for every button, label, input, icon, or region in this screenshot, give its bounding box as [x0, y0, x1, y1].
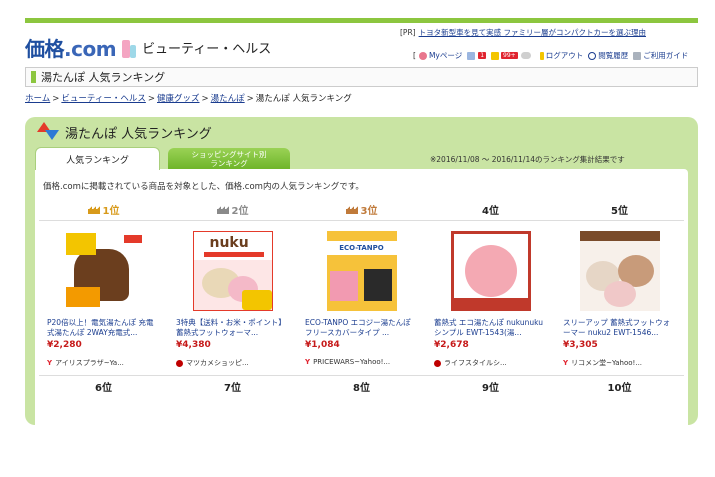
breadcrumb-yutanpo[interactable]: 湯たんぽ: [211, 94, 245, 104]
shop-name[interactable]: ライフスタイルシ...: [434, 358, 547, 368]
product-name-link[interactable]: スリーアップ 蓄熱式フットウォーマー nuku2 EWT-1546...: [563, 318, 676, 338]
product-card[interactable]: スリーアップ 蓄熱式フットウォーマー nuku2 EWT-1546... ¥3,…: [555, 221, 684, 375]
product-card[interactable]: nuku 3特典【送料・お米・ポイント】蓄熱式フットウォーマ... ¥4,380…: [168, 221, 297, 375]
shop-name[interactable]: マツカメショッピ...: [176, 358, 289, 368]
ranking-content: 価格.comに掲載されている商品を対象とした、価格.com内の人気ランキングです…: [35, 169, 688, 425]
site-logo-area[interactable]: 価格.com ビューティー・ヘルス: [25, 33, 271, 62]
pr-tag: [PR]: [400, 28, 416, 37]
top-accent-bar: [25, 18, 698, 23]
rank-8-label: 8位: [353, 383, 370, 394]
gold-crown-icon: [87, 205, 100, 214]
rank-4-label: 4位: [482, 206, 499, 217]
product-row: P20倍以上！電気湯たんぽ 充電式湯たんぽ 2WAY充電式... ¥2,280 …: [39, 221, 684, 375]
product-card[interactable]: ECO-TANPO ECO-TANPO エコジー湯たんぽ フリースカバータイプ …: [297, 221, 426, 375]
guide-book-icon: [633, 51, 642, 60]
panel-header: 湯たんぽ 人気ランキング: [37, 122, 212, 142]
product-price: ¥3,305: [563, 340, 598, 350]
chat-bubble-icon[interactable]: [520, 52, 531, 59]
breadcrumb-beauty-health[interactable]: ビューティー・ヘルス: [61, 94, 146, 104]
pr-ad-link[interactable]: トヨタ新型車を見て実感 ファミリー層がコンパクトカーを選ぶ理由: [419, 28, 646, 37]
notification-badge: 1: [478, 52, 487, 59]
product-price: ¥2,678: [434, 340, 469, 350]
product-image[interactable]: [579, 231, 660, 311]
tab-popular-ranking[interactable]: 人気ランキング: [35, 147, 160, 170]
yahoo-shopping-icon: Y: [47, 359, 53, 367]
product-price: ¥2,280: [47, 340, 82, 350]
rank-2-label: 2位: [168, 199, 297, 220]
rank-3-label: 3位: [297, 199, 426, 220]
rank-7-label: 7位: [224, 383, 241, 394]
yahoo-shopping-icon: Y: [305, 358, 311, 366]
ranking-panel: 湯たんぽ 人気ランキング 人気ランキング ショッピングサイト別 ランキング ※2…: [25, 117, 698, 425]
tab-shopping-site-ranking[interactable]: ショッピングサイト別 ランキング: [168, 148, 290, 169]
page-title: 湯たんぽ 人気ランキング: [41, 71, 166, 84]
product-image[interactable]: [63, 231, 144, 311]
product-price: ¥1,084: [305, 340, 340, 350]
product-image[interactable]: nuku: [192, 231, 273, 311]
title-marker: [31, 71, 36, 83]
user-face-icon: [418, 51, 427, 60]
rank-5-label: 5位: [611, 206, 628, 217]
breadcrumb: ホーム > ビューティー・ヘルス > 健康グッズ > 湯たんぽ > 湯たんぽ 人気ランキング: [25, 94, 352, 104]
product-image[interactable]: ECO-TANPO: [321, 231, 402, 311]
bronze-crown-icon: [345, 205, 358, 214]
site-logo[interactable]: 価格.com: [25, 33, 117, 62]
rank-6-label: 6位: [95, 383, 112, 394]
breadcrumb-home[interactable]: ホーム: [25, 94, 50, 104]
rank-1-label: 1位: [39, 199, 168, 220]
yahoo-shopping-icon: Y: [563, 359, 569, 367]
guide-link[interactable]: ご利用ガイド: [633, 50, 688, 61]
product-card[interactable]: 蓄熱式 エコ湯たんぽ nukunuku シンプル EWT-1543(湯... ¥…: [426, 221, 555, 375]
shop-name[interactable]: Y アイリスプラザ~Ya...: [47, 358, 160, 368]
product-name-link[interactable]: 蓄熱式 エコ湯たんぽ nukunuku シンプル EWT-1543(湯...: [434, 318, 547, 338]
key-icon: [539, 51, 544, 60]
rank-header-row: 1位 2位 3位 4位 5位: [39, 199, 684, 221]
product-name-link[interactable]: ECO-TANPO エコジー湯たんぽ フリースカバータイプ ...: [305, 318, 418, 338]
mail-icon: [491, 51, 500, 60]
user-nav: [ Myページ 1 99+ ログアウト 閲覧履歴 ご利用ガイド: [413, 50, 689, 61]
ranking-arrows-icon: [37, 122, 59, 142]
ranking-description: 価格.comに掲載されている商品を対象とした、価格.com内の人気ランキングです…: [43, 182, 364, 192]
page-title-bar: 湯たんぽ 人気ランキング: [25, 67, 698, 87]
history-link[interactable]: 閲覧履歴: [588, 50, 628, 61]
category-title[interactable]: ビューティー・ヘルス: [142, 38, 271, 57]
product-image[interactable]: [450, 231, 531, 311]
panel-title: 湯たんぽ 人気ランキング: [65, 126, 212, 142]
logout-link[interactable]: ログアウト: [539, 50, 583, 61]
rakuten-icon: [176, 359, 183, 367]
pr-ad[interactable]: [PR] トヨタ新型車を見て実感 ファミリー層がコンパクトカーを選ぶ理由: [400, 27, 646, 38]
message-item[interactable]: 99+: [491, 51, 535, 60]
product-name-link[interactable]: P20倍以上！電気湯たんぽ 充電式湯たんぽ 2WAY充電式...: [47, 318, 160, 338]
silver-crown-icon: [216, 205, 229, 214]
notification-item[interactable]: 1: [467, 51, 487, 60]
message-badge: 99+: [501, 52, 518, 59]
ranking-grid: 1位 2位 3位 4位 5位 P20倍以上！電気湯たんぽ 充電式湯たんぽ 2WA…: [39, 199, 684, 397]
period-note: ※2016/11/08 ～ 2016/11/14のランキング集計結果です: [430, 155, 625, 164]
beauty-bottle-icon: [122, 38, 137, 58]
rank-header-row-2: 6位 7位 8位 9位 10位: [39, 375, 684, 397]
product-name-link[interactable]: 3特典【送料・お米・ポイント】蓄熱式フットウォーマ...: [176, 318, 289, 338]
breadcrumb-current: 湯たんぽ 人気ランキング: [255, 94, 352, 104]
rakuten-icon: [434, 359, 441, 367]
person-icon: [467, 51, 476, 60]
mypage-link[interactable]: Myページ: [418, 50, 462, 61]
rank-9-label: 9位: [482, 383, 499, 394]
shop-name[interactable]: Y リコメン堂~Yahoo!...: [563, 358, 676, 368]
product-card[interactable]: P20倍以上！電気湯たんぽ 充電式湯たんぽ 2WAY充電式... ¥2,280 …: [39, 221, 168, 375]
product-price: ¥4,380: [176, 340, 211, 350]
shop-name[interactable]: Y PRICEWARS~Yahoo!...: [305, 358, 418, 366]
clock-icon: [588, 51, 597, 60]
rank-10-label: 10位: [607, 383, 632, 394]
breadcrumb-health-goods[interactable]: 健康グッズ: [157, 94, 200, 104]
